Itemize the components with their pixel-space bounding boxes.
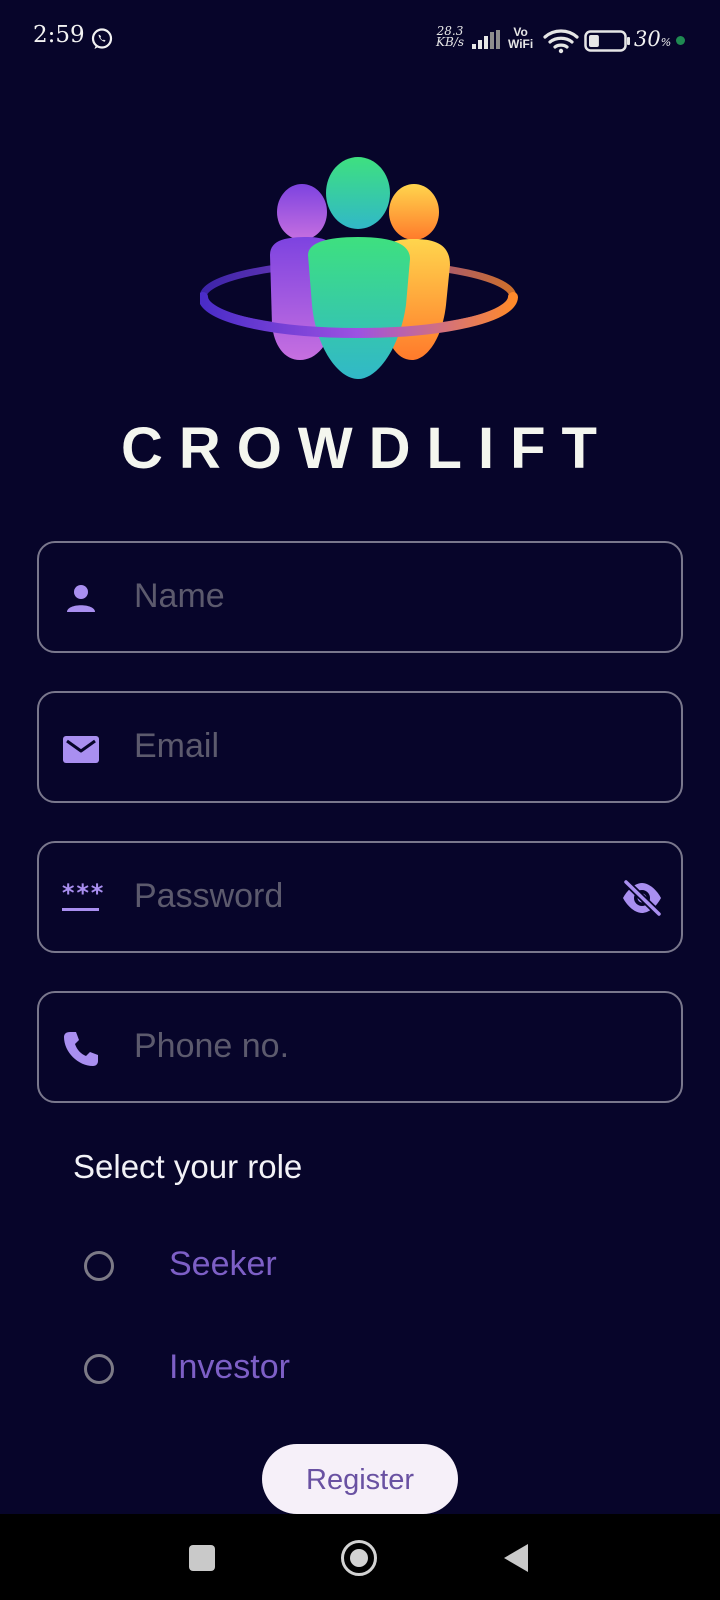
recent-apps-icon[interactable]: [189, 1545, 215, 1571]
app-logo: [198, 155, 520, 390]
status-time: 2:59: [33, 22, 85, 48]
password-field[interactable]: *** Password: [37, 841, 683, 953]
navigation-bar: [0, 1514, 720, 1600]
password-dots-text: ***: [61, 879, 105, 907]
wifi-label: WiFi: [508, 37, 534, 51]
brand-name: CROWDLIFT: [121, 416, 613, 481]
eye-off-icon[interactable]: [621, 878, 663, 923]
whatsapp-icon: [90, 27, 114, 56]
phone-icon: [61, 1029, 101, 1069]
password-dots-underline: [62, 908, 99, 911]
role-option-label: Investor: [169, 1348, 290, 1386]
phone-field[interactable]: Phone no.: [37, 991, 683, 1103]
role-title: Select your role: [73, 1148, 303, 1185]
radio-button[interactable]: [84, 1251, 114, 1281]
battery-percent: 30%: [634, 27, 671, 51]
battery-icon: [584, 30, 632, 57]
signal-icon: [472, 30, 502, 55]
battery-percent-unit: %: [660, 36, 672, 49]
status-bar: 2:59 28.3 KB/s Vo WiFi 30%: [0, 0, 720, 80]
name-field[interactable]: Name: [37, 541, 683, 653]
home-icon[interactable]: [341, 1540, 377, 1576]
network-speed: 28.3 KB/s: [436, 25, 464, 49]
password-placeholder: Password: [134, 877, 284, 915]
vowifi-indicator: Vo WiFi: [508, 26, 533, 50]
privacy-indicator-dot: [676, 36, 685, 45]
radio-button[interactable]: [84, 1354, 114, 1384]
email-field[interactable]: Email: [37, 691, 683, 803]
back-icon[interactable]: [504, 1544, 528, 1572]
person-icon: [61, 579, 101, 619]
mail-icon: [61, 729, 101, 769]
register-button[interactable]: Register: [262, 1444, 458, 1514]
role-option-label: Seeker: [169, 1245, 277, 1283]
name-placeholder: Name: [134, 577, 225, 615]
network-speed-unit: KB/s: [436, 35, 464, 49]
email-placeholder: Email: [134, 727, 220, 765]
password-dots-icon: ***: [61, 879, 105, 919]
wifi-icon: [543, 28, 579, 59]
battery-percent-value: 30: [634, 27, 661, 51]
phone-placeholder: Phone no.: [134, 1027, 290, 1065]
